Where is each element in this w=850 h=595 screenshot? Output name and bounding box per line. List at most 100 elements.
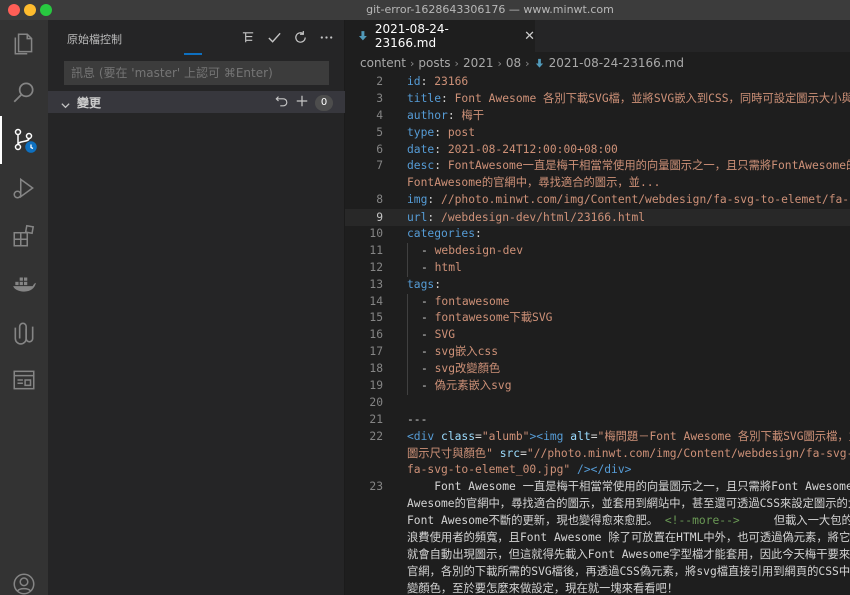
code-line-wrap[interactable]: 圖示尺寸與顏色" src="//photo.minwt.com/img/Cont… [345, 446, 850, 463]
code-line[interactable]: 21 --- [345, 412, 850, 429]
tab-label: 2021-08-24-23166.md [374, 22, 449, 50]
line-content: - 偽元素嵌入svg [407, 378, 512, 395]
code-line-wrap[interactable]: 就會自動出現圖示，但這就得先載入Font Awesome字型檔才能套用，因此今天… [345, 547, 850, 564]
indent-guide [407, 361, 421, 379]
list-dash: - [421, 362, 435, 376]
source-control-button[interactable] [0, 116, 48, 164]
code-line-wrap[interactable]: 變顏色，至於要怎麼來做設定，現在就一塊來看看吧！ [345, 581, 850, 595]
breadcrumb-item[interactable]: 08 [506, 56, 521, 70]
commit-button[interactable] [265, 28, 283, 46]
code-line[interactable]: 16 - SVG [345, 327, 850, 345]
yaml-value: 2021-08-24T12:00:00+08:00 [447, 142, 618, 156]
extensions-button[interactable] [0, 212, 48, 260]
paragraph-text: Font Awesome 一直是梅干相當常使用的向量圖示之一，且只需將Font … [407, 480, 850, 494]
colon: : [434, 142, 448, 156]
commit-message-input[interactable] [64, 61, 329, 85]
code-line-wrap[interactable]: 浪費使用者的頻寬，且Font Awesome 除了可放置在HTML中外，也可透過… [345, 530, 850, 547]
code-line-wrap[interactable]: 官網，各別的下載所需的SVG檔後，再透過CSS偽元素，將svg檔直接引用到網頁的… [345, 564, 850, 581]
tab-markdown-file[interactable]: 2021-08-24-23166.md ✕ [345, 20, 535, 52]
code-line[interactable]: 12 - html [345, 259, 850, 277]
discard-all-button[interactable] [275, 93, 289, 112]
code-line[interactable]: 9 url: /webdesign-dev/html/23166.html [345, 209, 850, 227]
line-content: - SVG [407, 327, 455, 345]
code-line[interactable]: 17 - svg嵌入css [345, 344, 850, 362]
view-as-tree-button[interactable] [239, 28, 257, 46]
colon: : [434, 277, 448, 291]
ellipsis-icon [320, 35, 332, 39]
code-line[interactable]: 3 title: Font Awesome 各別下載SVG檔，並將SVG嵌入到CS… [345, 91, 850, 108]
browser-preview-button[interactable] [0, 356, 48, 404]
changes-count-badge: 0 [315, 94, 333, 111]
code-line[interactable]: 15 - fontawesome下載SVG [345, 310, 850, 328]
chevron-right-icon: › [525, 56, 530, 70]
search-button[interactable] [0, 68, 48, 116]
attachment-button[interactable] [0, 308, 48, 356]
yaml-key: img [407, 193, 428, 207]
code-line-wrap[interactable]: Font Awesome不斷的更新，現也變得愈來愈肥。 <!--more--> … [345, 513, 850, 530]
line-content: Awesome的官網中，尋找適合的圖示，並套用到網站中，甚至還可透過CSS來設定… [407, 496, 850, 513]
line-number: 13 [369, 277, 383, 291]
colon: : [427, 211, 442, 225]
close-icon[interactable]: ✕ [524, 29, 535, 44]
code-line[interactable]: 18 - svg改變顏色 [345, 361, 850, 379]
code-line[interactable]: 23 Font Awesome 一直是梅干相當常使用的向量圖示之一，且只需將Fo… [345, 479, 850, 496]
code-line[interactable]: 2 id: 23166 [345, 74, 850, 91]
breadcrumb-item[interactable]: 2021-08-24-23166.md [549, 56, 684, 70]
yaml-list-item: svg嵌入css [434, 345, 499, 359]
account-button[interactable] [0, 560, 48, 595]
code-line[interactable]: 19 - 偽元素嵌入svg [345, 378, 850, 395]
html-tag: ><img [529, 429, 564, 443]
line-number: 7 [376, 159, 383, 173]
refresh-button[interactable] [291, 28, 309, 46]
yaml-value: FontAwesome一直是梅干相當常使用的向量圖示之一，且只需將FontAwe… [447, 159, 850, 173]
line-content: Font Awesome不斷的更新，現也變得愈來愈肥。 <!--more--> … [407, 513, 850, 530]
paragraph-text: 浪費使用者的頻寬，且Font Awesome 除了可放置在HTML中外，也可透過… [407, 531, 850, 545]
code-line[interactable]: 14 - fontawesome [345, 293, 850, 311]
changes-section-header[interactable]: 變更 0 [48, 91, 345, 113]
line-number: 5 [376, 125, 383, 139]
html-attr: src [499, 446, 521, 460]
code-line[interactable]: 7 desc: FontAwesome一直是梅干相當常使用的向量圖示之一，且只需將… [345, 158, 850, 175]
colon: : [447, 108, 462, 122]
code-line-wrap[interactable]: Awesome的官網中，尋找適合的圖示，並套用到網站中，甚至還可透過CSS來設定… [345, 496, 850, 513]
code-line[interactable]: 8 img: //photo.minwt.com/img/Content/webd… [345, 192, 850, 209]
line-content: Font Awesome 一直是梅干相當常使用的向量圖示之一，且只需將Font … [407, 479, 850, 496]
yaml-key: type [407, 125, 435, 139]
run-debug-button[interactable] [0, 164, 48, 212]
code-line[interactable]: 5 type: post [345, 125, 850, 142]
line-number: 22 [369, 429, 383, 443]
line-number: 2 [376, 75, 383, 88]
breadcrumb-item[interactable]: 2021 [463, 56, 494, 70]
code-line[interactable]: 11 - webdesign-dev [345, 242, 850, 260]
line-content: --- [407, 412, 427, 429]
line-content: 變顏色，至於要怎麼來做設定，現在就一塊來看看吧！ [407, 581, 678, 595]
line-content: date: 2021-08-24T12:00:00+08:00 [407, 142, 618, 159]
yaml-key: author [407, 108, 448, 122]
html-string: 圖示尺寸與顏色" [407, 446, 493, 460]
code-line[interactable]: 4 author: 梅干 [345, 108, 850, 125]
code-line-wrap[interactable]: fa-svg-to-elemet_00.jpg" /></div> [345, 462, 850, 479]
code-line[interactable]: 22 <div class="alumb"><img alt="梅問題－Font … [345, 429, 850, 446]
explorer-button[interactable] [0, 20, 48, 68]
breadcrumb-item[interactable]: posts [418, 56, 450, 70]
docker-button[interactable] [0, 260, 48, 308]
code-line[interactable]: 6 date: 2021-08-24T12:00:00+08:00 [345, 142, 850, 159]
code-line[interactable]: 20 [345, 395, 850, 412]
code-line[interactable]: 10 categories: [345, 226, 850, 243]
list-dash: - [421, 243, 435, 257]
breadcrumb-item[interactable]: content [360, 56, 406, 70]
line-number: 6 [376, 142, 383, 156]
more-actions-button[interactable] [317, 28, 335, 46]
code-line[interactable]: FontAwesome的官網中，尋找適合的圖示，並... [345, 175, 850, 192]
code-editor[interactable]: 2 id: 23166 3 title: Font Awesome 各別下載SVG檔，… [345, 74, 850, 595]
yaml-key: id [407, 75, 421, 88]
stage-all-button[interactable] [295, 93, 309, 112]
html-attr: class [441, 429, 476, 443]
line-content: author: 梅干 [407, 108, 484, 125]
indent-guide [407, 259, 421, 277]
code-line[interactable]: 13 tags: [345, 277, 850, 294]
yaml-value: post [447, 125, 476, 139]
list-dash: - [421, 379, 435, 393]
line-number: 21 [369, 412, 383, 426]
markdown-file-icon [358, 31, 367, 41]
